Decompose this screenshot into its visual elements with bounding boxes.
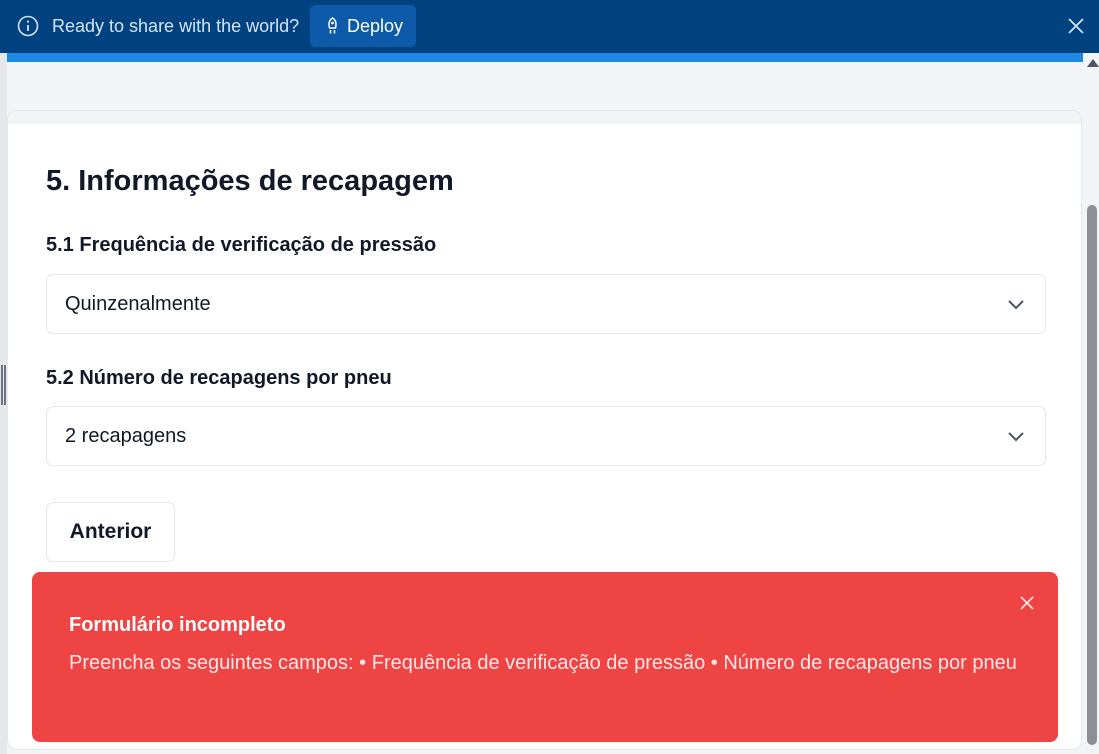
- pressure-frequency-select[interactable]: Quinzenalmente: [46, 274, 1046, 334]
- select-value: 2 recapagens: [65, 424, 187, 447]
- left-resize-strip: [0, 53, 7, 754]
- progress-accent-bar: [7, 53, 1083, 62]
- deploy-banner: Ready to share with the world? Deploy: [0, 0, 1099, 53]
- chevron-down-icon: [1008, 432, 1024, 442]
- scrollbar[interactable]: [1083, 53, 1099, 754]
- scroll-up-arrow-icon[interactable]: [1087, 59, 1099, 67]
- field-label-retread-count: 5.2 Número de recapagens por pneu: [46, 367, 392, 389]
- close-icon[interactable]: [1018, 594, 1036, 612]
- section-title: 5. Informações de recapagem: [46, 165, 454, 197]
- retread-count-select[interactable]: 2 recapagens: [46, 406, 1046, 466]
- toast-title: Formulário incompleto: [69, 614, 286, 636]
- chevron-down-icon: [1008, 300, 1024, 310]
- rocket-icon: [328, 17, 337, 34]
- deploy-button[interactable]: Deploy: [310, 5, 416, 47]
- error-toast: Formulário incompleto Preencha os seguin…: [32, 572, 1058, 742]
- banner-text: Ready to share with the world?: [52, 16, 300, 36]
- resize-handle[interactable]: [1, 365, 6, 405]
- toast-message: Preencha os seguintes campos: • Frequênc…: [69, 652, 1017, 674]
- previous-button[interactable]: Anterior: [46, 502, 175, 562]
- deploy-label: Deploy: [347, 15, 404, 36]
- select-value: Quinzenalmente: [65, 292, 211, 315]
- field-label-pressure-frequency: 5.1 Frequência de verificação de pressão: [46, 234, 437, 256]
- info-circle-icon: [17, 15, 39, 37]
- scroll-thumb[interactable]: [1087, 205, 1097, 745]
- close-icon[interactable]: [1065, 15, 1087, 37]
- card-header-strip: [8, 111, 1081, 124]
